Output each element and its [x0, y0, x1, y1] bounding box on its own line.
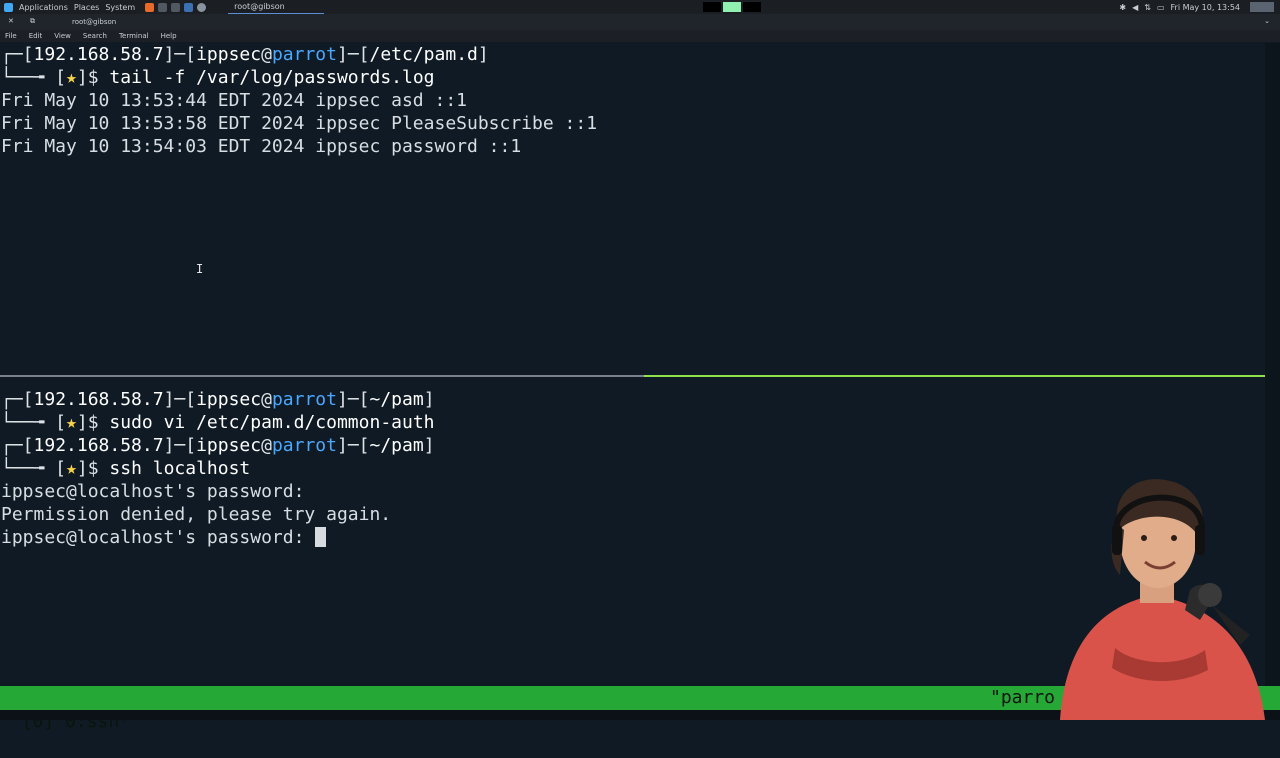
menu-view[interactable]: View — [54, 32, 71, 40]
terminal-launcher-icon[interactable] — [158, 2, 168, 12]
volume-icon[interactable]: ◀ — [1132, 3, 1138, 12]
desktop-top-panel: Applications Places System root@gibson ✱… — [0, 0, 1280, 14]
system-tray: ✱ ◀ ⇅ ▭ Fri May 10, 13:54 — [1119, 0, 1240, 14]
chevron-down-icon[interactable]: ⌄ — [1264, 17, 1270, 25]
menu-search[interactable]: Search — [83, 32, 107, 40]
command-text: sudo vi /etc/pam.d/common-auth — [109, 412, 435, 433]
command-text: tail -f /var/log/passwords.log — [109, 67, 435, 88]
log-line: Fri May 10 13:53:58 EDT 2024 ippsec Plea… — [1, 113, 598, 134]
command-text: ssh localhost — [109, 458, 251, 479]
workspace-switcher[interactable] — [703, 2, 761, 12]
editor-icon[interactable] — [184, 2, 194, 12]
webcam-overlay — [1060, 479, 1265, 720]
show-desktop-button[interactable] — [1250, 2, 1274, 12]
tmux-pane-top[interactable]: ┌─[192.168.58.7]─[ippsec@parrot]─[/etc/p… — [0, 43, 1265, 375]
settings-icon[interactable] — [197, 2, 207, 12]
terminal-tab[interactable]: root@gibson — [60, 15, 162, 29]
applications-menu[interactable]: Applications — [19, 3, 68, 12]
system-menu[interactable]: System — [105, 3, 135, 12]
menu-edit[interactable]: Edit — [29, 32, 43, 40]
pane-divider[interactable] — [0, 375, 1265, 377]
firefox-icon[interactable] — [145, 2, 155, 12]
log-line: Fri May 10 13:53:44 EDT 2024 ippsec asd … — [1, 90, 467, 111]
prompt-line-1: ┌─[192.168.58.7]─[ippsec@parrot]─[/etc/p… — [1, 44, 489, 65]
workspace-1[interactable] — [703, 2, 721, 12]
log-line: Fri May 10 13:54:03 EDT 2024 ippsec pass… — [1, 136, 522, 157]
close-icon[interactable]: ✕ — [8, 17, 14, 25]
prompt-line-1: ┌─[192.168.58.7]─[ippsec@parrot]─[~/pam] — [1, 435, 435, 456]
files-icon[interactable] — [171, 2, 181, 12]
terminal-tab-bar: ✕ ⧉ root@gibson ⌄ — [0, 14, 1280, 30]
workspace-3[interactable] — [743, 2, 761, 12]
terminal-tab-label: root@gibson — [72, 18, 117, 26]
terminal-cursor — [315, 526, 327, 547]
new-tab-icon[interactable]: ⧉ — [30, 17, 35, 26]
parrot-menu-icon[interactable] — [4, 2, 13, 12]
bluetooth-icon[interactable]: ✱ — [1119, 3, 1126, 12]
prompt-line-2: └──╼ [★]$ sudo vi /etc/pam.d/common-auth — [1, 412, 435, 433]
clock[interactable]: Fri May 10, 13:54 — [1171, 3, 1240, 12]
menu-help[interactable]: Help — [161, 32, 177, 40]
terminal-menu-bar: File Edit View Search Terminal Help — [0, 30, 1280, 42]
menu-terminal[interactable]: Terminal — [119, 32, 149, 40]
menu-file[interactable]: File — [5, 32, 17, 40]
workspace-2[interactable] — [723, 2, 741, 12]
network-icon[interactable]: ⇅ — [1144, 3, 1151, 12]
taskbar-window-button[interactable]: root@gibson — [228, 1, 325, 14]
taskbar-window-label: root@gibson — [234, 1, 285, 11]
prompt-line-1: ┌─[192.168.58.7]─[ippsec@parrot]─[~/pam] — [1, 389, 435, 410]
display-icon[interactable]: ▭ — [1157, 3, 1165, 12]
text-cursor-icon: I — [196, 262, 204, 276]
prompt-line-2: └──╼ [★]$ tail -f /var/log/passwords.log — [1, 67, 435, 88]
places-menu[interactable]: Places — [74, 3, 99, 12]
